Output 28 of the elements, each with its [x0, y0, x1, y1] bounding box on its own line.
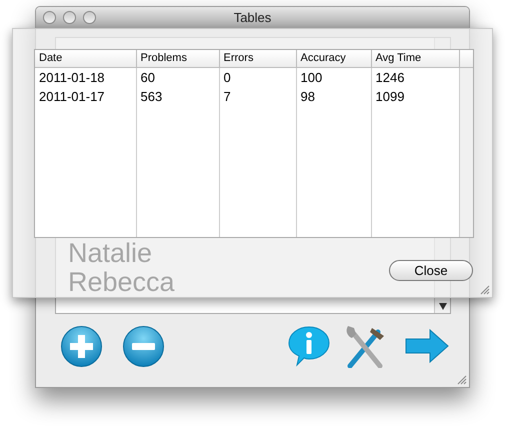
table-cell: 100	[300, 70, 322, 84]
window-minimize-icon[interactable]	[63, 11, 76, 24]
window-zoom-icon[interactable]	[83, 11, 96, 24]
resize-grip-icon[interactable]	[480, 285, 490, 295]
tools-icon[interactable]	[344, 324, 386, 368]
column-header[interactable]: Avg Time	[371, 50, 459, 67]
table-cell: 563	[140, 89, 162, 104]
table-cell: 1099	[376, 89, 404, 104]
window-close-icon[interactable]	[43, 11, 56, 24]
column-header[interactable]: Accuracy	[296, 50, 371, 67]
scroll-down-icon[interactable]	[438, 303, 446, 310]
column-header[interactable]: Errors	[219, 50, 296, 67]
info-bubble-icon[interactable]	[287, 325, 331, 367]
window-title: Tables	[234, 8, 272, 27]
table-cell: 1246	[376, 70, 404, 84]
table-cell: 60	[140, 70, 155, 84]
resize-grip-icon[interactable]	[457, 375, 467, 385]
column-header[interactable]: Date	[35, 50, 136, 67]
right-arrow-icon[interactable]	[404, 328, 450, 364]
table-cell: 2011-01-17	[39, 89, 105, 104]
table-cell: 7	[224, 89, 231, 104]
table-cell: 98	[300, 89, 315, 104]
remove-icon[interactable]	[122, 324, 165, 368]
close-button[interactable]: Close	[389, 260, 473, 281]
table-cell: 0	[224, 70, 231, 84]
table-cell: 2011-01-18	[39, 70, 105, 84]
add-icon[interactable]	[60, 324, 103, 368]
column-header[interactable]: Problems	[136, 50, 219, 67]
